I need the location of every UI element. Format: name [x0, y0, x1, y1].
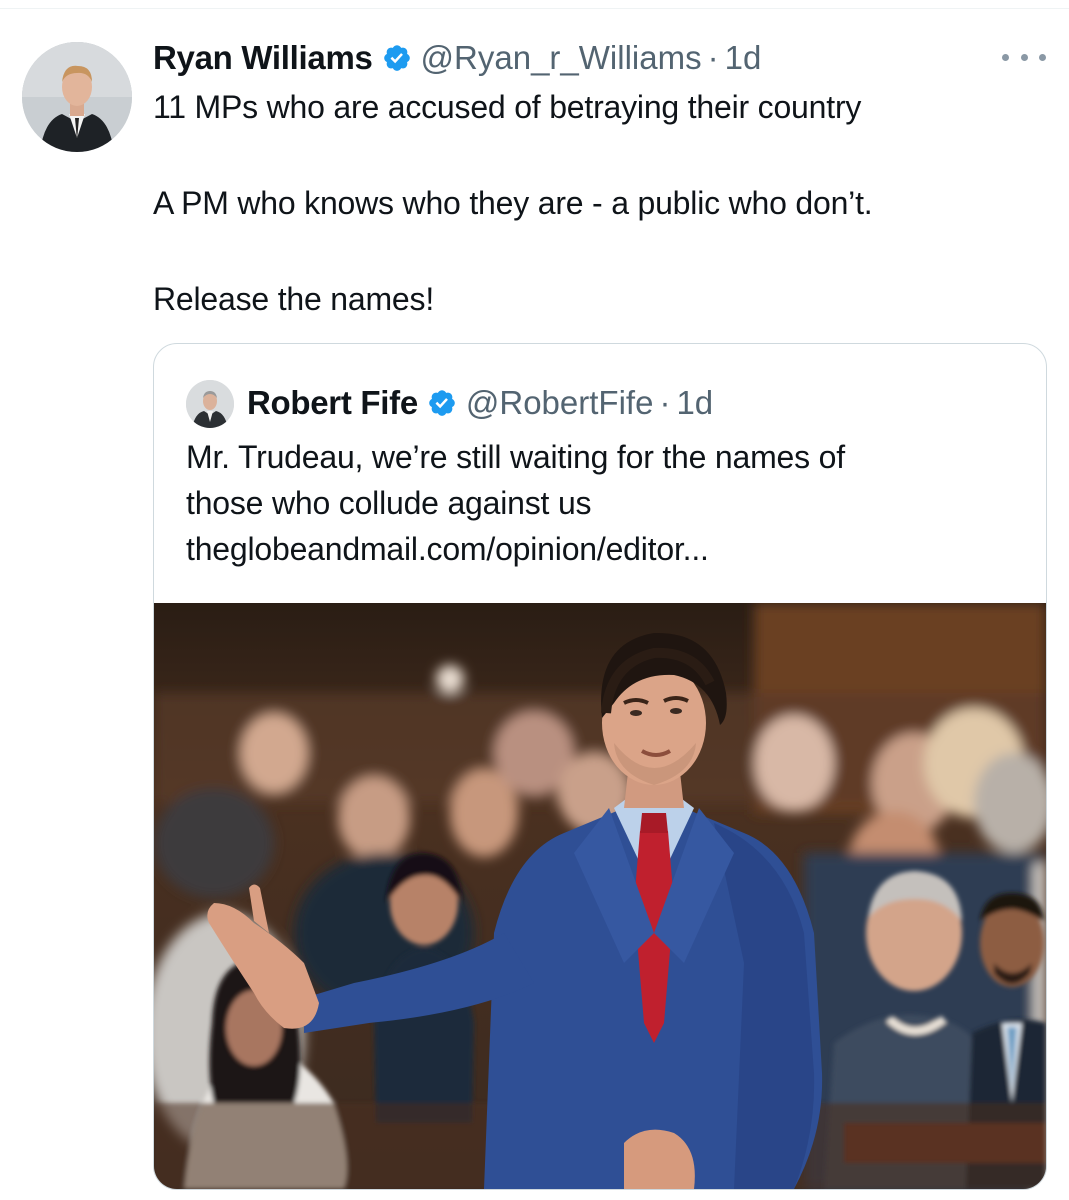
more-dot [1002, 53, 1009, 61]
parliament-photo [154, 603, 1046, 1189]
author-handle[interactable]: @Ryan_r_Williams [421, 39, 702, 77]
separator-dot: · [659, 384, 671, 421]
tweet-text-line: 11 MPs who are accused of betraying thei… [153, 89, 862, 125]
quoted-author-avatar-image [186, 380, 234, 428]
separator-dot: · [707, 39, 719, 76]
author-name[interactable]: Ryan Williams [153, 39, 373, 77]
tweet[interactable]: Ryan Williams @Ryan_r_Williams · 1d 11 M… [0, 9, 1069, 1200]
quoted-tweet-card[interactable]: Robert Fife @RobertFife · 1d Mr. Trudeau… [153, 343, 1047, 1190]
author-avatar[interactable] [22, 42, 132, 152]
more-options-icon[interactable] [1002, 47, 1046, 67]
author-avatar-image [22, 42, 132, 152]
tweet-timestamp[interactable]: 1d [725, 39, 762, 77]
quoted-author-name[interactable]: Robert Fife [247, 384, 418, 422]
more-dot [1020, 53, 1028, 61]
quoted-tweet-photo[interactable] [154, 603, 1046, 1189]
verified-badge-icon [429, 390, 455, 416]
tweet-header: Ryan Williams @Ryan_r_Williams · 1d [153, 33, 761, 83]
more-dot [1039, 53, 1046, 61]
quoted-tweet-body: Mr. Trudeau, we’re still waiting for the… [186, 434, 1026, 572]
verified-badge-icon [383, 45, 410, 71]
quoted-author-handle[interactable]: @RobertFife [466, 384, 654, 422]
quoted-text-line: Mr. Trudeau, we’re still waiting for the… [186, 439, 845, 475]
quoted-text-line: those who collude against us [186, 485, 592, 521]
quoted-tweet-header: Robert Fife @RobertFife · 1d [247, 378, 713, 428]
quoted-author-avatar[interactable] [186, 380, 234, 428]
tweet-text-line: A PM who knows who they are - a public w… [153, 185, 873, 221]
tweet-body: 11 MPs who are accused of betraying thei… [153, 83, 1033, 323]
quoted-tweet-timestamp[interactable]: 1d [676, 384, 713, 422]
quoted-link[interactable]: theglobeandmail.com/opinion/editor... [186, 526, 1026, 572]
tweet-text-line: Release the names! [153, 281, 435, 317]
